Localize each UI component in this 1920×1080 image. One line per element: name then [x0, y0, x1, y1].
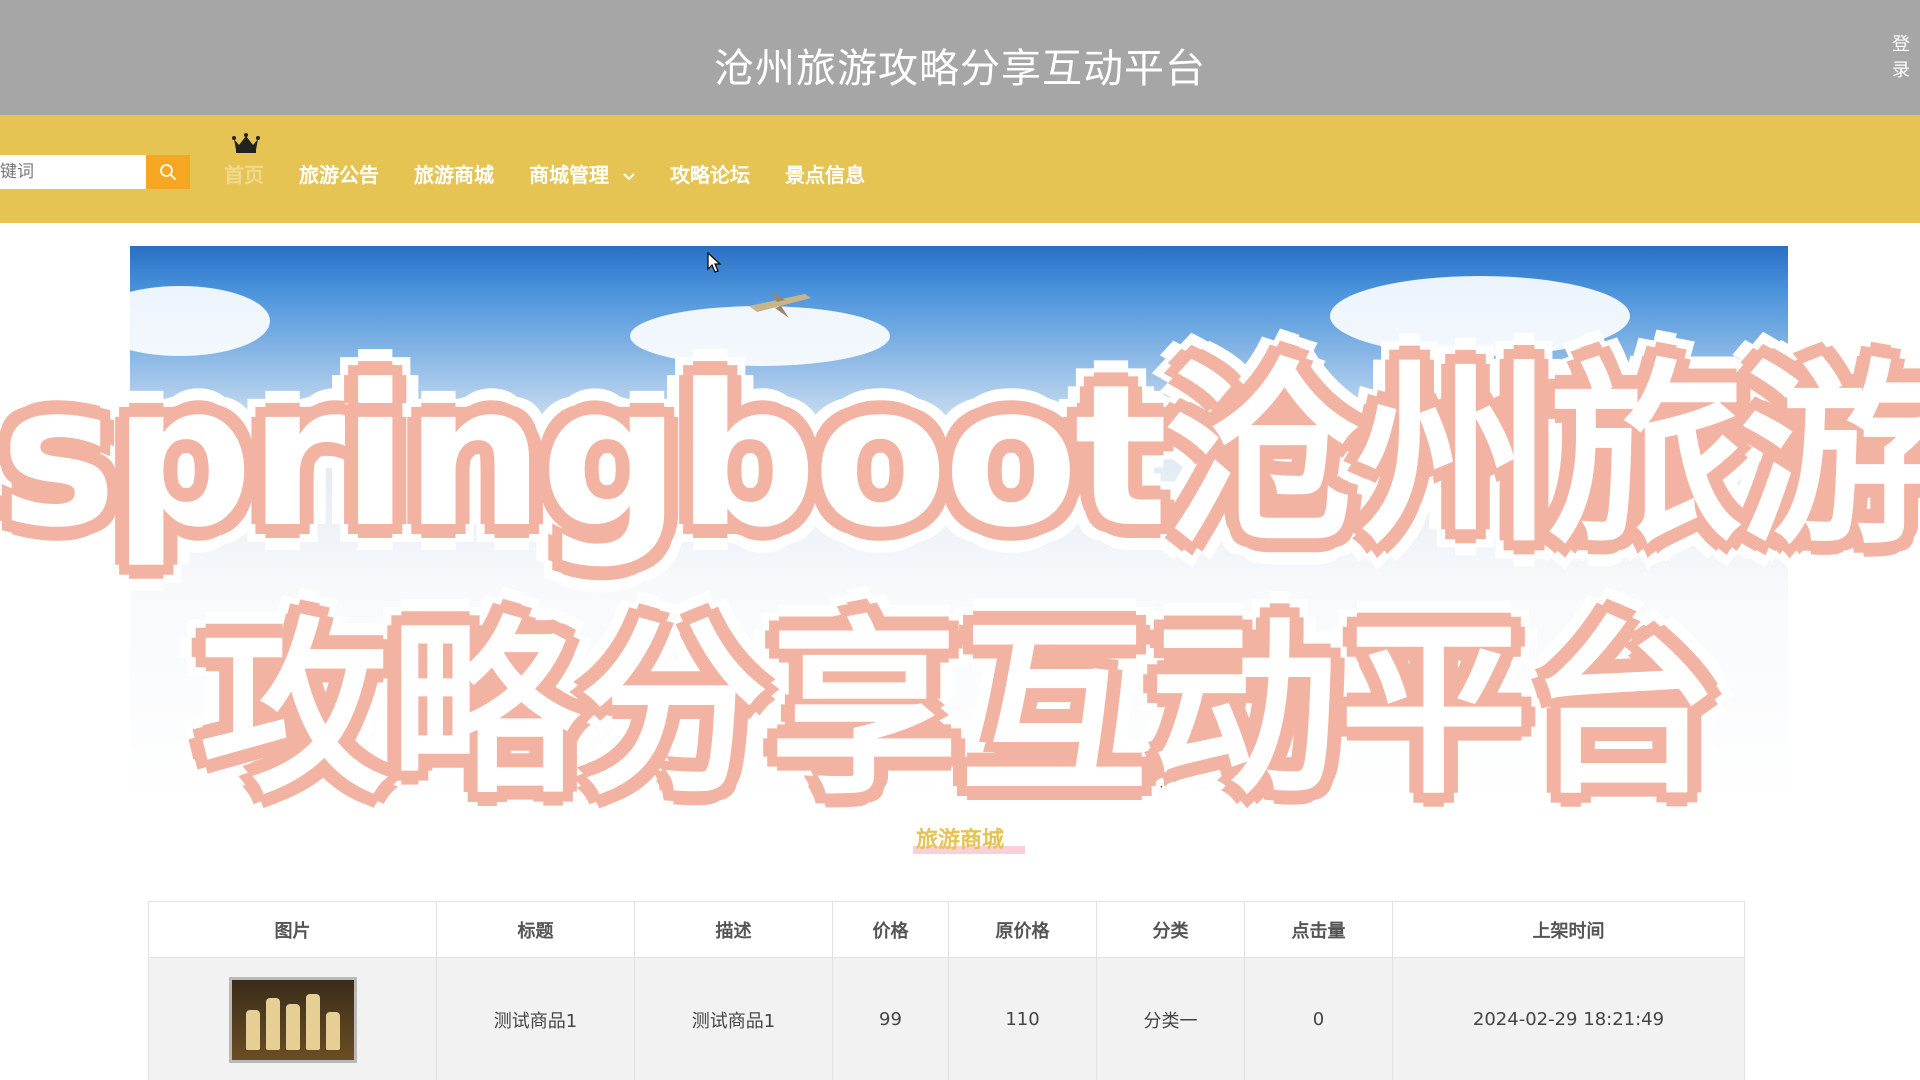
column-header-original-price: 原价格: [948, 901, 1097, 958]
overlay-title-line-1: springboot沧州旅游: [0, 335, 1920, 579]
site-title: 沧州旅游攻略分享互动平台: [714, 46, 1206, 92]
product-image[interactable]: [228, 976, 357, 1063]
table-row[interactable]: 测试商品1 测试商品1 99 110 分类一 0 2024-02-29 18:2…: [148, 957, 1745, 1080]
crown-icon: [232, 133, 260, 153]
product-price: 99: [832, 957, 949, 1080]
product-description: 测试商品1: [634, 957, 833, 1080]
column-header-price: 价格: [832, 901, 949, 958]
nav-item-home[interactable]: 首页: [224, 159, 264, 188]
product-table: 图片 标题 描述 价格 原价格 分类 点击量 上架时间 测试商品1 测试商品1: [148, 901, 1745, 1080]
table-header-row: 图片 标题 描述 价格 原价格 分类 点击量 上架时间: [148, 901, 1745, 958]
title-bar: 沧州旅游攻略分享互动平台 登录: [0, 0, 1920, 115]
nav-bar: 首页 旅游公告 旅游商城 商城管理 攻略论坛 景点信息: [0, 115, 1920, 223]
nav-item-mall-management[interactable]: 商城管理: [529, 159, 636, 188]
column-header-category: 分类: [1096, 901, 1245, 958]
product-listed-time: 2024-02-29 18:21:49: [1392, 957, 1745, 1080]
login-link[interactable]: 登录: [1890, 32, 1912, 84]
overlay-title-line-2: 攻略分享互动平台: [192, 593, 1726, 828]
product-image-cell: [148, 957, 437, 1080]
product-category: 分类一: [1096, 957, 1245, 1080]
column-header-listed-time: 上架时间: [1392, 901, 1745, 958]
column-header-clicks: 点击量: [1244, 901, 1393, 958]
column-header-image: 图片: [148, 901, 437, 958]
column-header-description: 描述: [634, 901, 833, 958]
product-clicks: 0: [1244, 957, 1393, 1080]
nav-item-mall[interactable]: 旅游商城: [414, 159, 494, 188]
chevron-down-icon: [623, 172, 635, 180]
search-button[interactable]: [146, 155, 190, 189]
search-input[interactable]: [0, 155, 146, 189]
nav-item-label: 商城管理: [529, 163, 609, 187]
nav-item-announcements[interactable]: 旅游公告: [299, 159, 379, 188]
cursor-icon: [707, 252, 722, 273]
section-title: 旅游商城: [915, 828, 1004, 853]
nav-item-forum[interactable]: 攻略论坛: [670, 159, 750, 188]
column-header-title: 标题: [436, 901, 635, 958]
search-icon: [160, 164, 176, 180]
product-original-price: 110: [948, 957, 1097, 1080]
product-title: 测试商品1: [436, 957, 635, 1080]
nav-item-scenic-spots[interactable]: 景点信息: [785, 159, 865, 188]
